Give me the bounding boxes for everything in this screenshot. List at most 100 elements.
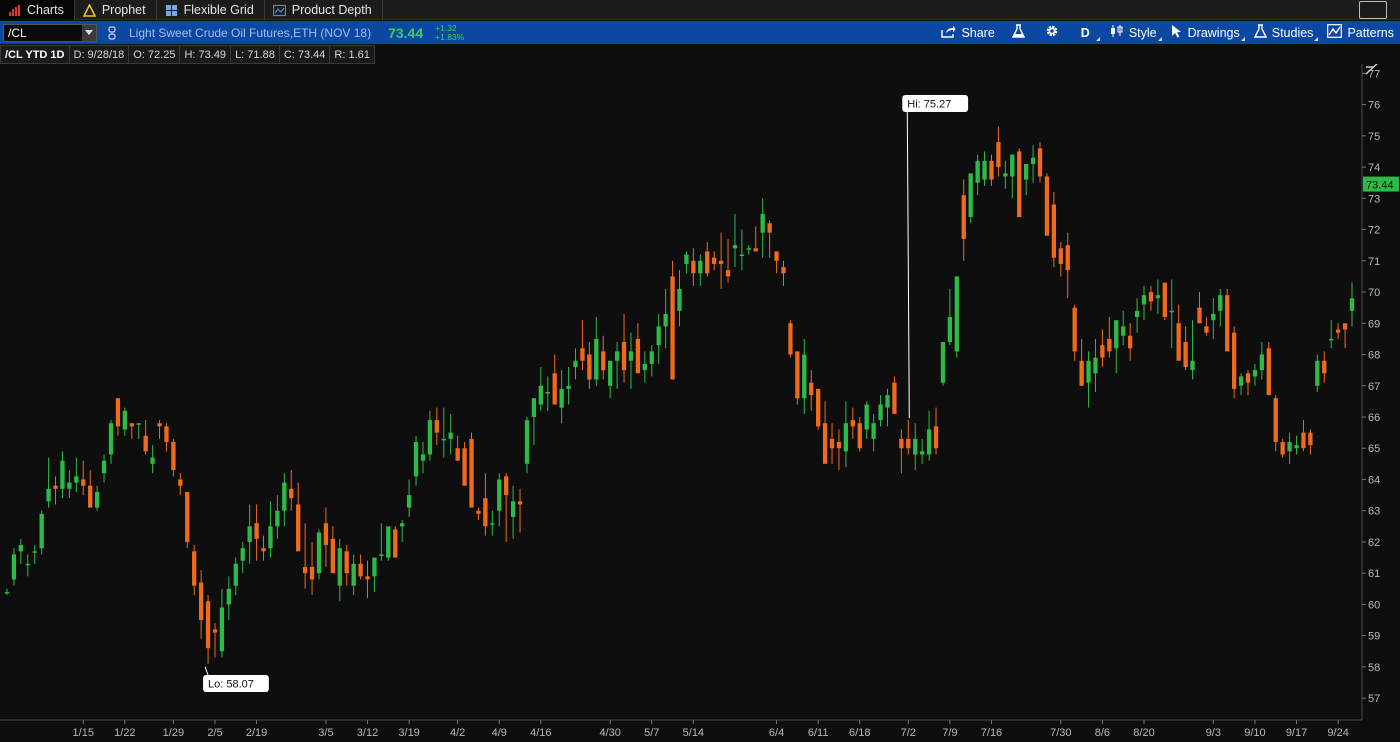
candle-body: [302, 566, 308, 574]
candle-body: [1231, 332, 1237, 389]
tab-product-depth[interactable]: Product Depth: [265, 0, 383, 20]
settings-button[interactable]: [1035, 21, 1069, 44]
candle-body: [892, 382, 897, 414]
aggregation-button[interactable]: D: [1069, 21, 1102, 44]
symbol-value: /CL: [8, 25, 27, 40]
candle-body: [53, 485, 58, 489]
candle-body: [635, 338, 641, 374]
studies-button[interactable]: Studies: [1247, 21, 1321, 44]
candle-body: [32, 551, 37, 553]
candle-body: [198, 582, 204, 621]
candle-body: [1322, 360, 1327, 374]
candlestick-icon: [1109, 24, 1124, 41]
candle-body: [829, 438, 835, 449]
candle-body: [469, 438, 474, 508]
price-tick-label: 76: [1368, 100, 1380, 112]
net-change: +1.32 +1.83%: [435, 23, 465, 42]
time-tick-label: 3/5: [318, 727, 333, 739]
candle-body: [1141, 295, 1147, 305]
candle-body: [954, 276, 959, 352]
candle-body: [781, 267, 786, 274]
tab-flexible-grid[interactable]: Flexible Grid: [157, 0, 265, 20]
candle-body: [212, 629, 218, 633]
candle-body: [226, 588, 232, 605]
price-tick-label: 65: [1368, 443, 1380, 455]
time-tick-label: 8/20: [1133, 727, 1154, 739]
candle-body: [1204, 326, 1209, 333]
candle-body: [920, 451, 925, 455]
candle-body: [1301, 432, 1306, 449]
candle-body: [1017, 151, 1022, 218]
time-tick-label: 4/30: [599, 727, 620, 739]
chevron-down-icon[interactable]: [82, 24, 96, 41]
studies-label: Studies: [1271, 25, 1314, 40]
top-tab-bar: Charts Prophet Flexible Grid Product Dep…: [0, 0, 1400, 20]
candle-body: [504, 476, 509, 496]
candle-body: [531, 398, 537, 417]
candle-body: [254, 523, 259, 539]
candle-body: [282, 482, 287, 511]
candle-body: [406, 495, 412, 508]
time-tick-label: 1/15: [73, 727, 94, 739]
candle-body: [344, 551, 349, 574]
candle-body: [795, 351, 800, 399]
candle-body: [1162, 282, 1167, 318]
candle-body: [115, 398, 121, 427]
candle-body: [4, 591, 10, 594]
candle-body: [1294, 445, 1299, 449]
candle-body: [608, 360, 613, 386]
candle-body: [1051, 204, 1057, 258]
symbol-input[interactable]: /CL: [3, 23, 97, 42]
candle-body: [802, 354, 807, 399]
candle-body: [372, 557, 377, 577]
price-tick-label: 61: [1368, 568, 1380, 580]
candle-body: [441, 438, 446, 441]
candle-body: [1245, 373, 1251, 383]
candle-body: [386, 526, 391, 558]
candle-body: [989, 160, 994, 180]
change-percent: +1.83%: [435, 31, 465, 42]
candle-body: [129, 423, 134, 427]
share-icon: [941, 25, 956, 41]
style-button[interactable]: Style: [1102, 21, 1164, 44]
candle-body: [1155, 295, 1161, 299]
tab-label: Charts: [27, 3, 64, 17]
candle-body: [427, 420, 433, 455]
candle-body: [760, 213, 765, 233]
share-button[interactable]: Share: [934, 21, 1001, 44]
candle-body: [691, 260, 696, 274]
candle-body: [337, 548, 342, 586]
candle-body: [1342, 323, 1348, 330]
candle-body: [940, 342, 946, 383]
candle-body: [767, 223, 772, 233]
candle-body: [677, 288, 682, 311]
link-icon[interactable]: [105, 24, 119, 42]
price-tick-label: 66: [1368, 412, 1380, 424]
candle-body: [1100, 345, 1105, 358]
patterns-button[interactable]: Patterns: [1320, 21, 1400, 44]
candle-body: [1169, 310, 1174, 313]
candle-body: [1010, 154, 1015, 177]
maximize-window-button[interactable]: [1359, 1, 1387, 19]
flask-button[interactable]: [1002, 21, 1035, 44]
candle-body: [1266, 348, 1271, 396]
candle-body: [517, 501, 523, 505]
candle-body: [379, 554, 384, 556]
candle-body: [809, 382, 814, 396]
candle-body: [261, 548, 266, 552]
drawings-button[interactable]: Drawings: [1164, 21, 1247, 44]
time-tick-label: 2/19: [246, 727, 267, 739]
tab-prophet[interactable]: Prophet: [75, 0, 157, 20]
price-tick-label: 68: [1368, 350, 1380, 362]
tab-charts[interactable]: Charts: [0, 0, 75, 20]
time-tick-label: 6/11: [808, 727, 829, 739]
candle-body: [74, 476, 79, 483]
candle-body: [961, 195, 966, 239]
price-chart[interactable]: 57 58 59 60 61 62 63 64 65 66 67 68 69 70 71 72 73 74 75 76…: [0, 64, 1400, 742]
candle-body: [1044, 176, 1050, 236]
candle-body: [552, 373, 557, 405]
candle-body: [857, 423, 862, 449]
price-tick-label: 58: [1368, 662, 1380, 674]
depth-chart-icon: [272, 4, 286, 17]
symbol-description: Light Sweet Crude Oil Futures,ETH (NOV 1…: [129, 25, 372, 40]
